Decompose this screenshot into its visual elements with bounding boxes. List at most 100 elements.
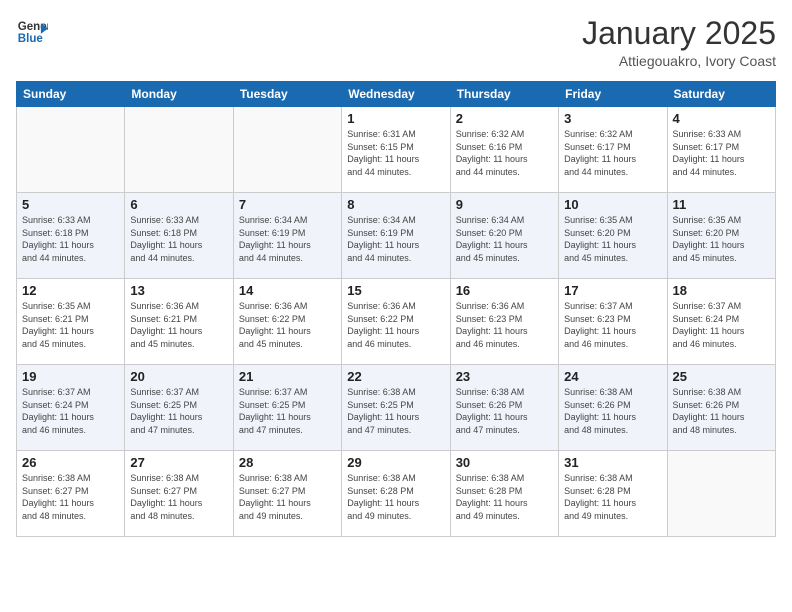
day-number: 10 [564,197,661,212]
day-number: 21 [239,369,336,384]
page-container: General Blue January 2025 Attiegouakro, … [0,0,792,545]
calendar-cell: 21 Sunrise: 6:37 AM Sunset: 6:25 PM Dayli… [233,365,341,451]
day-number: 19 [22,369,119,384]
weekday-header-thursday: Thursday [450,82,558,107]
day-number: 1 [347,111,444,126]
day-number: 29 [347,455,444,470]
day-number: 26 [22,455,119,470]
day-info: Sunrise: 6:37 AM Sunset: 6:24 PM Dayligh… [22,386,119,436]
calendar-cell: 24Sunrise: 6:38 AM Sunset: 6:26 PM Dayli… [559,365,667,451]
calendar-cell: 18 Sunrise: 6:37 AM Sunset: 6:24 PM Dayli… [667,279,775,365]
calendar-cell: 12Sunrise: 6:35 AM Sunset: 6:21 PM Dayli… [17,279,125,365]
calendar-cell: 17 Sunrise: 6:37 AM Sunset: 6:23 PM Dayli… [559,279,667,365]
location: Attiegouakro, Ivory Coast [582,53,776,69]
day-number: 11 [673,197,770,212]
day-number: 20 [130,369,227,384]
day-info: Sunrise: 6:32 AM Sunset: 6:17 PM Dayligh… [564,128,661,178]
weekday-header-tuesday: Tuesday [233,82,341,107]
calendar-cell: 5Sunrise: 6:33 AM Sunset: 6:18 PM Daylig… [17,193,125,279]
day-info: Sunrise: 6:38 AM Sunset: 6:28 PM Dayligh… [564,472,661,522]
day-info: Sunrise: 6:38 AM Sunset: 6:25 PM Dayligh… [347,386,444,436]
day-info: Sunrise: 6:32 AM Sunset: 6:16 PM Dayligh… [456,128,553,178]
day-number: 22 [347,369,444,384]
day-number: 18 [673,283,770,298]
day-info: Sunrise: 6:37 AM Sunset: 6:23 PM Dayligh… [564,300,661,350]
svg-text:Blue: Blue [18,33,44,45]
calendar-cell: 31 Sunrise: 6:38 AM Sunset: 6:28 PM Dayli… [559,451,667,537]
day-number: 12 [22,283,119,298]
calendar-cell: 20 Sunrise: 6:37 AM Sunset: 6:25 PM Dayli… [125,365,233,451]
calendar-cell: 1Sunrise: 6:31 AM Sunset: 6:15 PM Daylig… [342,107,450,193]
weekday-header-wednesday: Wednesday [342,82,450,107]
day-info: Sunrise: 6:34 AM Sunset: 6:19 PM Dayligh… [239,214,336,264]
logo: General Blue [16,16,48,48]
day-number: 25 [673,369,770,384]
day-number: 17 [564,283,661,298]
weekday-header-sunday: Sunday [17,82,125,107]
calendar-cell: 13 Sunrise: 6:36 AM Sunset: 6:21 PM Dayli… [125,279,233,365]
day-number: 30 [456,455,553,470]
day-number: 27 [130,455,227,470]
day-info: Sunrise: 6:38 AM Sunset: 6:26 PM Dayligh… [456,386,553,436]
calendar-cell: 7Sunrise: 6:34 AM Sunset: 6:19 PM Daylig… [233,193,341,279]
day-info: Sunrise: 6:38 AM Sunset: 6:28 PM Dayligh… [347,472,444,522]
day-number: 9 [456,197,553,212]
day-info: Sunrise: 6:34 AM Sunset: 6:20 PM Dayligh… [456,214,553,264]
day-number: 15 [347,283,444,298]
day-info: Sunrise: 6:35 AM Sunset: 6:20 PM Dayligh… [564,214,661,264]
calendar-cell: 28 Sunrise: 6:38 AM Sunset: 6:27 PM Dayli… [233,451,341,537]
calendar-cell: 11Sunrise: 6:35 AM Sunset: 6:20 PM Dayli… [667,193,775,279]
week-row-2: 5 Sunrise: 6:33 AM Sunset: 6:18 PM Daylig… [17,193,776,279]
week-row-5: 26 Sunrise: 6:38 AM Sunset: 6:27 PM Dayli… [17,451,776,537]
calendar-cell: 16Sunrise: 6:36 AM Sunset: 6:23 PM Dayli… [450,279,558,365]
calendar-cell: 15Sunrise: 6:36 AM Sunset: 6:22 PM Dayli… [342,279,450,365]
calendar-cell: 2 Sunrise: 6:32 AM Sunset: 6:16 PM Daylig… [450,107,558,193]
day-info: Sunrise: 6:38 AM Sunset: 6:28 PM Dayligh… [456,472,553,522]
calendar-cell: 29 Sunrise: 6:38 AM Sunset: 6:28 PM Dayli… [342,451,450,537]
day-number: 13 [130,283,227,298]
day-info: Sunrise: 6:38 AM Sunset: 6:27 PM Dayligh… [22,472,119,522]
month-title: January 2025 [582,16,776,51]
calendar-cell [233,107,341,193]
calendar-cell [17,107,125,193]
day-info: Sunrise: 6:37 AM Sunset: 6:24 PM Dayligh… [673,300,770,350]
day-info: Sunrise: 6:38 AM Sunset: 6:27 PM Dayligh… [130,472,227,522]
day-info: Sunrise: 6:36 AM Sunset: 6:21 PM Dayligh… [130,300,227,350]
title-area: January 2025 Attiegouakro, Ivory Coast [582,16,776,69]
calendar-cell: 9 Sunrise: 6:34 AM Sunset: 6:20 PM Daylig… [450,193,558,279]
day-number: 8 [347,197,444,212]
calendar-cell: 4 Sunrise: 6:33 AM Sunset: 6:17 PM Daylig… [667,107,775,193]
weekday-header-row: SundayMondayTuesdayWednesdayThursdayFrid… [17,82,776,107]
day-number: 4 [673,111,770,126]
calendar-cell: 3Sunrise: 6:32 AM Sunset: 6:17 PM Daylig… [559,107,667,193]
calendar: SundayMondayTuesdayWednesdayThursdayFrid… [16,81,776,537]
calendar-cell: 25Sunrise: 6:38 AM Sunset: 6:26 PM Dayli… [667,365,775,451]
day-number: 24 [564,369,661,384]
day-info: Sunrise: 6:37 AM Sunset: 6:25 PM Dayligh… [239,386,336,436]
header: General Blue January 2025 Attiegouakro, … [16,16,776,69]
day-info: Sunrise: 6:38 AM Sunset: 6:27 PM Dayligh… [239,472,336,522]
day-info: Sunrise: 6:33 AM Sunset: 6:18 PM Dayligh… [130,214,227,264]
calendar-cell: 10 Sunrise: 6:35 AM Sunset: 6:20 PM Dayli… [559,193,667,279]
day-number: 23 [456,369,553,384]
day-number: 14 [239,283,336,298]
calendar-cell [667,451,775,537]
calendar-cell: 19 Sunrise: 6:37 AM Sunset: 6:24 PM Dayli… [17,365,125,451]
weekday-header-friday: Friday [559,82,667,107]
day-info: Sunrise: 6:36 AM Sunset: 6:23 PM Dayligh… [456,300,553,350]
day-info: Sunrise: 6:34 AM Sunset: 6:19 PM Dayligh… [347,214,444,264]
day-info: Sunrise: 6:37 AM Sunset: 6:25 PM Dayligh… [130,386,227,436]
day-info: Sunrise: 6:33 AM Sunset: 6:17 PM Dayligh… [673,128,770,178]
calendar-cell [125,107,233,193]
logo-icon: General Blue [16,16,48,48]
calendar-cell: 14 Sunrise: 6:36 AM Sunset: 6:22 PM Dayli… [233,279,341,365]
day-number: 6 [130,197,227,212]
day-number: 28 [239,455,336,470]
week-row-3: 12Sunrise: 6:35 AM Sunset: 6:21 PM Dayli… [17,279,776,365]
calendar-cell: 6 Sunrise: 6:33 AM Sunset: 6:18 PM Daylig… [125,193,233,279]
day-number: 5 [22,197,119,212]
day-number: 2 [456,111,553,126]
day-number: 31 [564,455,661,470]
calendar-cell: 27 Sunrise: 6:38 AM Sunset: 6:27 PM Dayli… [125,451,233,537]
day-info: Sunrise: 6:36 AM Sunset: 6:22 PM Dayligh… [239,300,336,350]
